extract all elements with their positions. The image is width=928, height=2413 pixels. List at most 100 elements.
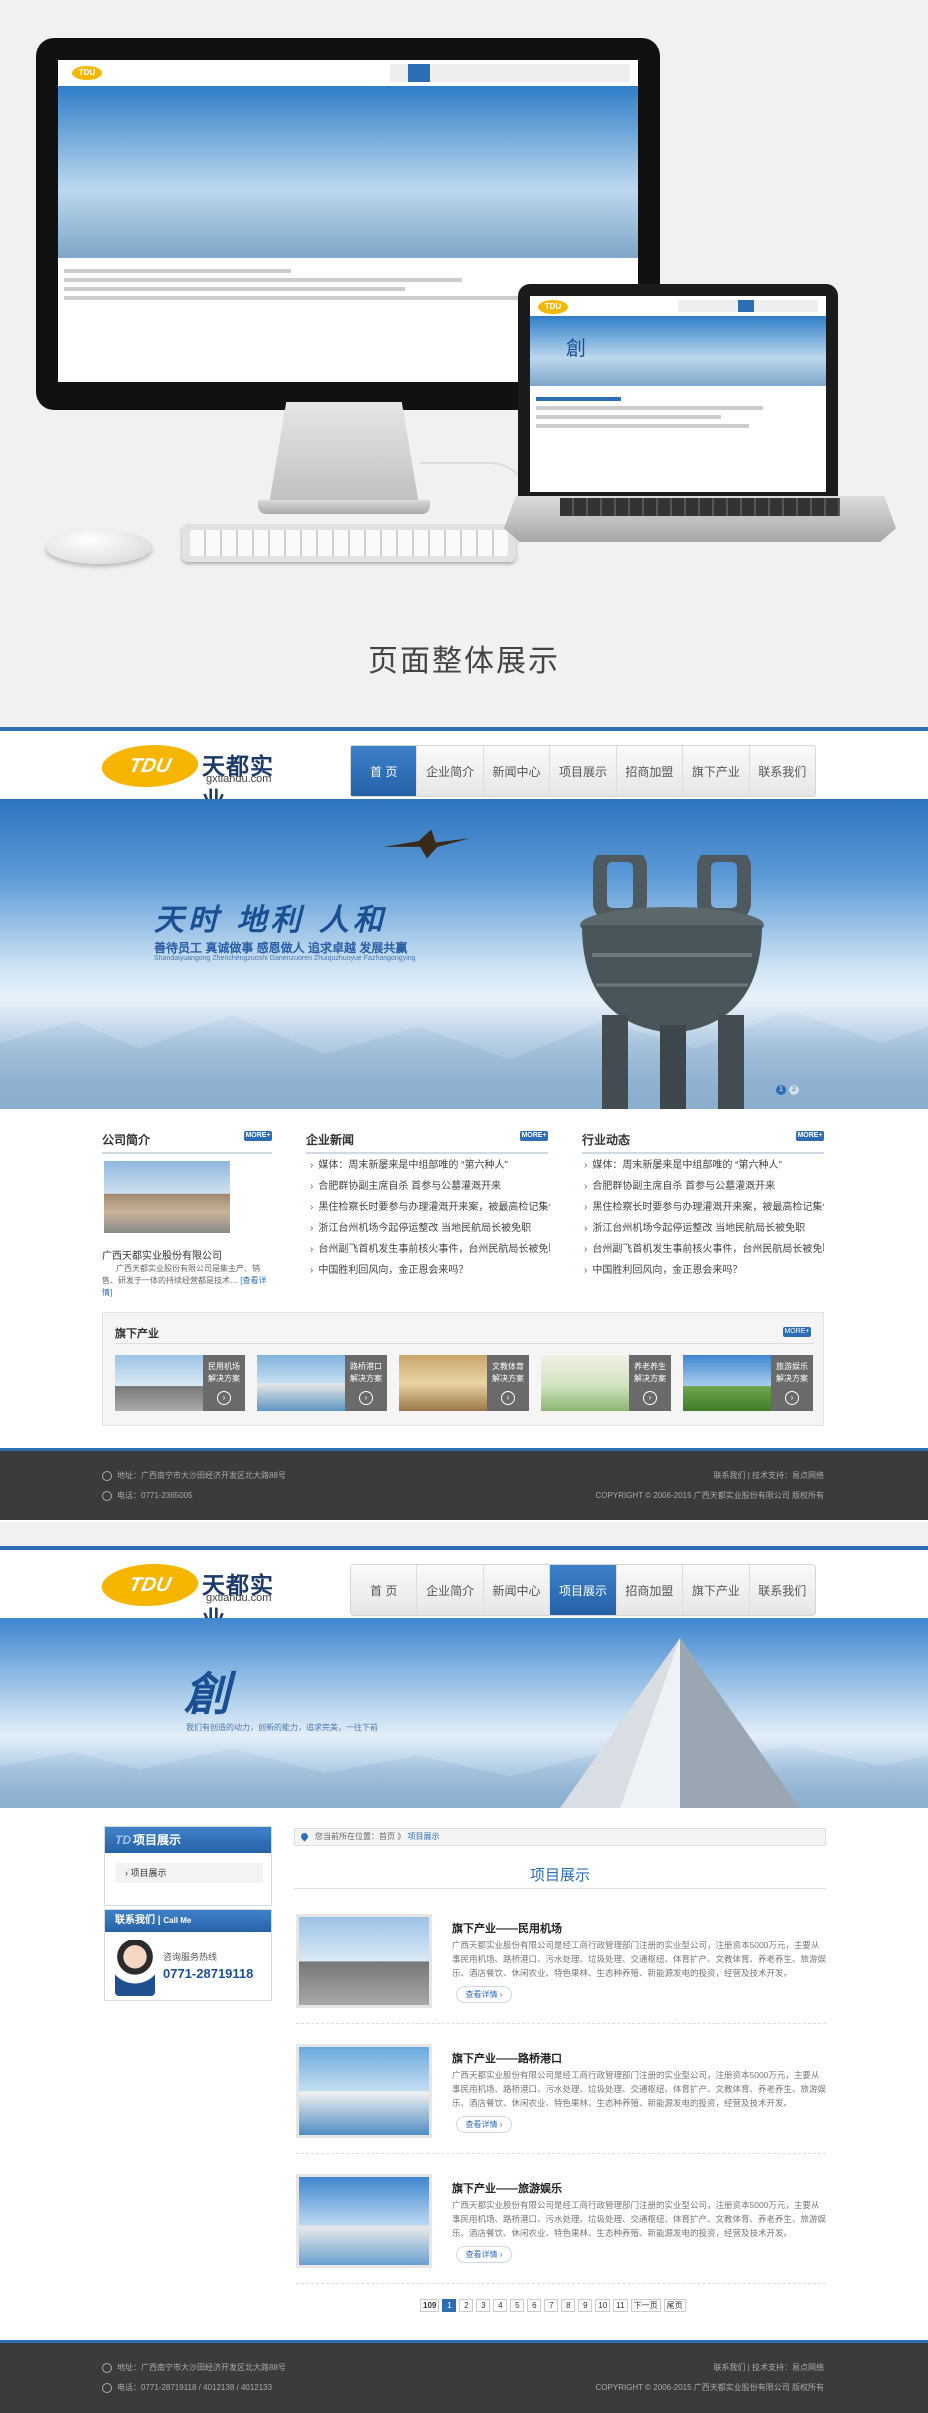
industry-news-item[interactable]: 浙江台州机场今起停运整改 当地民航局长被免职 xyxy=(584,1218,824,1239)
page-11[interactable]: 11 xyxy=(613,2299,628,2312)
page-5[interactable]: 5 xyxy=(510,2299,525,2312)
view-details-button[interactable]: 查看详情 › xyxy=(456,2116,512,2133)
footer-address-text: 地址：广西南宁市大沙田经济开发区北大路88号 xyxy=(117,1471,286,1480)
footer-address: 地址：广西南宁市大沙田经济开发区北大路88号 xyxy=(102,1470,286,1481)
banner-slogan-en: Shandaiyuangong Zhenchengzuoshi Ganenzuo… xyxy=(154,955,416,962)
product-title[interactable]: 旗下产业——民用机场 xyxy=(452,1920,562,1936)
sidebar-item-projects[interactable]: › 项目展示 xyxy=(115,1863,263,1883)
product-image[interactable] xyxy=(296,1914,432,2008)
news-list: 媒体：周末新屡来是中组部唯的 “第六种人” 合肥群协副主席自杀 首参与公墓灌溉开… xyxy=(310,1155,550,1281)
breadcrumb-home[interactable]: 首页 xyxy=(379,1832,395,1841)
nav-contact[interactable]: 联系我们 xyxy=(750,746,815,796)
pagination-total: 109 xyxy=(420,2299,440,2312)
page-10[interactable]: 10 xyxy=(595,2299,611,2312)
industry-thumb-elderly[interactable]: 养老养生解决方案 › xyxy=(541,1355,671,1411)
nav-home[interactable]: 首 页 xyxy=(351,1565,418,1615)
sidebar-title: TD 项目展示 xyxy=(105,1827,271,1853)
laptop-mini-body xyxy=(530,386,826,439)
company-building-image xyxy=(104,1161,230,1233)
news-item[interactable]: 浙江台州机场今起停运整改 当地民航局长被免职 xyxy=(310,1218,550,1239)
view-details-button[interactable]: 查看详情 › xyxy=(456,1986,512,2003)
banner-slide-dots: 1 2 xyxy=(776,1085,799,1095)
industries-divider xyxy=(115,1343,813,1344)
industry-news-title-text: 行业动态 xyxy=(582,1133,631,1147)
site-logo[interactable]: TDU 天都实业 gxtiandu.com xyxy=(97,1564,292,1632)
page-3[interactable]: 3 xyxy=(476,2299,491,2312)
product-title[interactable]: 旗下产业——旅游娱乐 xyxy=(452,2180,562,2196)
nav-franchise[interactable]: 招商加盟 xyxy=(617,1565,684,1615)
eagle-icon xyxy=(383,829,471,859)
nav-industries[interactable]: 旗下产业 xyxy=(683,746,750,796)
customer-service-avatar xyxy=(115,1940,155,1996)
slide-dot-2[interactable]: 2 xyxy=(789,1085,799,1095)
nav-news[interactable]: 新闻中心 xyxy=(484,746,551,796)
page-1[interactable]: 1 xyxy=(442,2299,457,2312)
industry-thumb-culture[interactable]: 文教体育解决方案 › xyxy=(399,1355,529,1411)
nav-news[interactable]: 新闻中心 xyxy=(484,1565,551,1615)
product-title[interactable]: 旗下产业——路桥港口 xyxy=(452,2050,562,2066)
product-image[interactable] xyxy=(296,2174,432,2268)
slide-dot-1[interactable]: 1 xyxy=(776,1085,786,1095)
breadcrumb-separator: 》 xyxy=(395,1832,406,1841)
page-title: 项目展示 xyxy=(529,1867,590,1884)
breadcrumb-current: 项目展示 xyxy=(407,1832,440,1841)
footer-links[interactable]: 联系我们 | 技术支持：易点网络 xyxy=(713,1470,824,1481)
banner-slogan-sub: 善待员工 真诚做事 感恩做人 追求卓越 发展共赢 xyxy=(154,941,408,955)
home-footer: 地址：广西南宁市大沙田经济开发区北大路88号 电话：0771-2365005 联… xyxy=(0,1448,928,1520)
page-8[interactable]: 8 xyxy=(561,2299,576,2312)
product-image[interactable] xyxy=(296,2044,432,2138)
industry-news-item[interactable]: 合肥群协副主席自杀 首参与公墓灌溉开来 xyxy=(584,1176,824,1197)
news-item[interactable]: 媒体：周末新屡来是中组部唯的 “第六种人” xyxy=(310,1155,550,1176)
page-4[interactable]: 4 xyxy=(493,2299,508,2312)
page-6[interactable]: 6 xyxy=(527,2299,542,2312)
industry-news-item[interactable]: 中国胜利回风向，金正恩会来吗？ xyxy=(584,1260,824,1281)
company-desc-text: 广西天都实业股份有限公司是集主产、销售、研发于一体的持续经营都是技术… xyxy=(102,1264,260,1285)
news-item[interactable]: 台州副飞首机发生事前核火事件，台州民航局长被免职 xyxy=(310,1239,550,1260)
nav-projects[interactable]: 项目展示 xyxy=(550,746,617,796)
news-more-button[interactable]: MORE+ xyxy=(520,1131,548,1141)
nav-projects[interactable]: 项目展示 xyxy=(550,1565,617,1615)
news-item[interactable]: 合肥群协副主席自杀 首参与公墓灌溉开来 xyxy=(310,1176,550,1197)
product-item: 旗下产业——路桥港口 广西天都实业股份有限公司是经工商行政管理部门注册的实业型公… xyxy=(296,2044,826,2154)
company-more-button[interactable]: MORE+ xyxy=(244,1131,272,1141)
footer-links[interactable]: 联系我们 | 技术支持：易点网络 xyxy=(713,2362,824,2373)
breadcrumb-prefix: 您当前所在位置： xyxy=(315,1832,379,1841)
industry-news-more-button[interactable]: MORE+ xyxy=(796,1131,824,1141)
page-7[interactable]: 7 xyxy=(544,2299,559,2312)
nav-industries[interactable]: 旗下产业 xyxy=(683,1565,750,1615)
news-item[interactable]: 黑住检察长时要参与办理灌溉开来案，被最高检记集体一等功 xyxy=(310,1197,550,1218)
last-page-button[interactable]: 尾页 xyxy=(663,2299,686,2312)
logo-badge-text: TDU xyxy=(127,1574,173,1596)
news-item[interactable]: 中国胜利回风向，金正恩会来吗？ xyxy=(310,1260,550,1281)
nav-about[interactable]: 企业简介 xyxy=(417,746,484,796)
industry-news-item[interactable]: 媒体：周末新屡来是中组部唯的 “第六种人” xyxy=(584,1155,824,1176)
industries-more-button[interactable]: MORE+ xyxy=(783,1327,811,1337)
view-details-label: 查看详情 xyxy=(465,2120,498,2129)
view-details-button[interactable]: 查看详情 › xyxy=(456,2246,512,2263)
industry-thumb-tourism[interactable]: 旅游娱乐解决方案 › xyxy=(683,1355,813,1411)
industry-news-item[interactable]: 台州副飞首机发生事前核火事件，台州民航局长被免职 xyxy=(584,1239,824,1260)
site-logo[interactable]: TDU 天都实业 gxtiandu.com xyxy=(97,745,292,813)
page-9[interactable]: 9 xyxy=(578,2299,593,2312)
industries-section: 旗下产业 MORE+ 民用机场解决方案 › 路桥港口解决方案 › 文教体育解决方… xyxy=(102,1312,824,1426)
inner-footer: 地址：广西南宁市大沙田经济开发区北大路88号 电话：0771-28719118 … xyxy=(0,2340,928,2413)
mouse xyxy=(46,530,152,564)
hotline-number[interactable]: 0771-28719118 xyxy=(163,1966,253,1981)
industry-thumb-airport[interactable]: 民用机场解决方案 › xyxy=(115,1355,245,1411)
nav-contact[interactable]: 联系我们 xyxy=(750,1565,815,1615)
company-desc: 广西天都实业股份有限公司是集主产、销售、研发于一体的持续经营都是技术… [查看详… xyxy=(102,1263,272,1299)
product-desc: 广西天都实业股份有限公司是经工商行政管理部门注册的实业型公司，注册资本5000万… xyxy=(452,1940,827,1978)
next-page-button[interactable]: 下一页 xyxy=(630,2299,661,2312)
footer-address-text: 地址：广西南宁市大沙田经济开发区北大路88号 xyxy=(117,2363,286,2372)
nav-home[interactable]: 首 页 xyxy=(351,746,418,796)
industry-thumb-port[interactable]: 路桥港口解决方案 › xyxy=(257,1355,387,1411)
inner-header: TDU 天都实业 gxtiandu.com 首 页 企业简介 新闻中心 项目展示… xyxy=(0,1550,928,1632)
view-details-label: 查看详情 xyxy=(465,2250,498,2259)
industry-news-title: 行业动态 MORE+ xyxy=(582,1131,824,1154)
footer-copyright: COPYRIGHT © 2006-2015 广西天都实业股份有限公司 版权所有 xyxy=(595,2383,824,2392)
phone-icon xyxy=(102,1490,112,1501)
nav-franchise[interactable]: 招商加盟 xyxy=(617,746,684,796)
page-2[interactable]: 2 xyxy=(459,2299,474,2312)
nav-about[interactable]: 企业简介 xyxy=(417,1565,484,1615)
industry-news-item[interactable]: 黑住检察长时要参与办理灌溉开来案，被最高检记集体一等功 xyxy=(584,1197,824,1218)
